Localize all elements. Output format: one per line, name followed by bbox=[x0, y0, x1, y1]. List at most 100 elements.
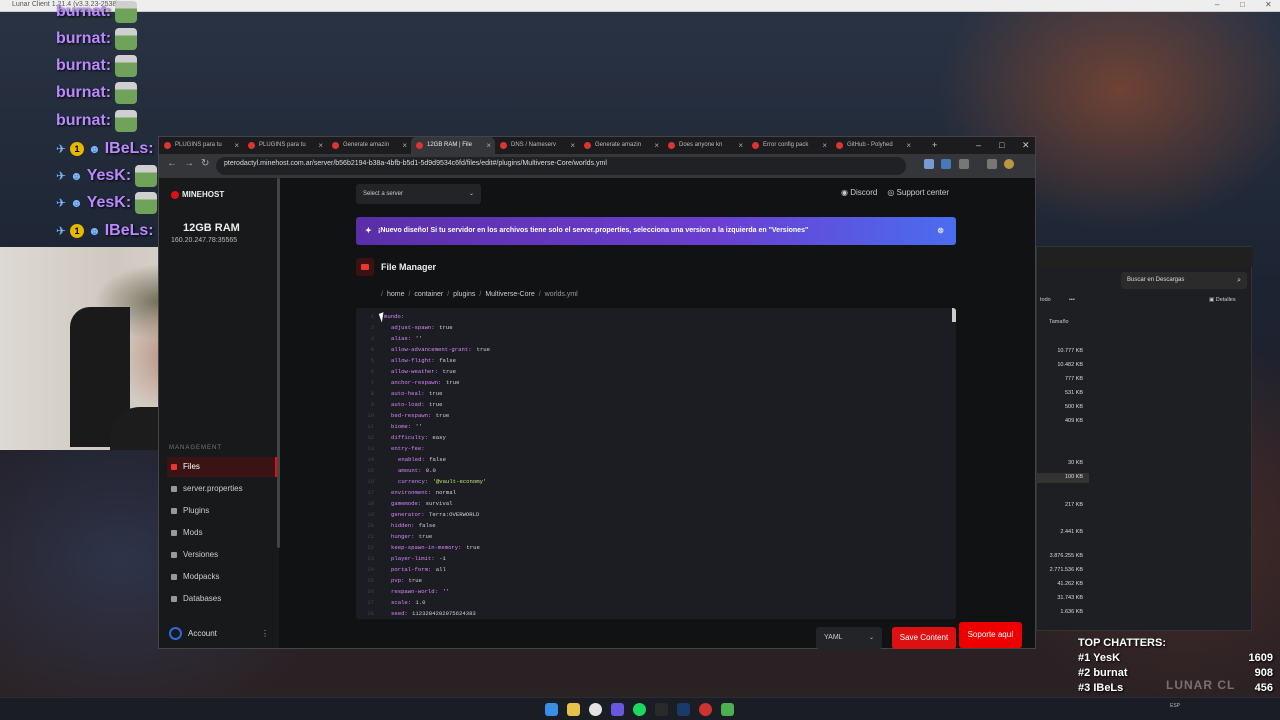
back-icon[interactable]: ← bbox=[167, 158, 177, 169]
file-size: 41.262 KB bbox=[1057, 581, 1083, 587]
browser-tab[interactable]: Generate amazin × bbox=[327, 137, 411, 154]
line-number: 13 bbox=[367, 445, 374, 452]
sidebar-item-files[interactable]: Files bbox=[167, 457, 277, 477]
chat-username: YesK: bbox=[86, 167, 132, 184]
steam-icon[interactable] bbox=[677, 703, 690, 716]
spotify-icon[interactable] bbox=[633, 703, 646, 716]
discord-link[interactable]: ◉ Discord bbox=[841, 188, 877, 197]
close-tab-icon[interactable]: × bbox=[570, 137, 575, 154]
support-link[interactable]: ◎ Support center bbox=[887, 188, 949, 197]
browser-tab[interactable]: Error config pack × bbox=[747, 137, 831, 154]
browser-tab[interactable]: 12GB RAM | File × bbox=[411, 137, 495, 154]
breadcrumb-item[interactable]: plugins bbox=[453, 291, 475, 298]
file-explorer-icon[interactable] bbox=[567, 703, 580, 716]
sidebar-item-server-properties[interactable]: server.properties bbox=[167, 479, 277, 499]
app-icon[interactable] bbox=[611, 703, 624, 716]
sidepanel-icon[interactable] bbox=[987, 159, 997, 169]
close-tab-icon[interactable]: × bbox=[234, 137, 239, 154]
favicon-icon bbox=[500, 142, 507, 149]
browser-tab[interactable]: PLUGINS para tu × bbox=[243, 137, 327, 154]
favicon-icon bbox=[248, 142, 255, 149]
sidebar-item-modpacks[interactable]: Modpacks bbox=[167, 567, 277, 587]
browser-tab[interactable]: GitHub - Polyhed × bbox=[831, 137, 915, 154]
browser-tab[interactable]: Generate amazin × bbox=[579, 137, 663, 154]
breadcrumb-item[interactable]: Multiverse-Core bbox=[485, 291, 534, 298]
breadcrumb-item[interactable]: home bbox=[387, 291, 405, 298]
chat-line: burnat: bbox=[56, 81, 138, 105]
url-field[interactable]: pterodactyl.minehost.com.ar/server/b56b2… bbox=[216, 157, 906, 175]
close-icon[interactable]: ✕ bbox=[1022, 137, 1030, 154]
chatter-label: #3 IBeLs bbox=[1078, 682, 1123, 694]
language-select[interactable]: YAML ⌄ bbox=[816, 627, 882, 649]
vip-badge-icon: ☻ bbox=[70, 196, 83, 210]
more-vertical-icon[interactable]: ⋮ bbox=[261, 629, 269, 638]
app-icon[interactable] bbox=[699, 703, 712, 716]
line-number: 21 bbox=[367, 533, 374, 540]
extension-icon[interactable] bbox=[924, 159, 934, 169]
address-bar: ← → ↻ pterodactyl.minehost.com.ar/server… bbox=[159, 154, 1035, 178]
sidebar-scrollbar[interactable] bbox=[277, 178, 280, 548]
code-editor[interactable]: 1 mundo: 2 adjust-spawn: true 3 alias: '' 4 allow… bbox=[356, 308, 956, 619]
nav-icon bbox=[171, 464, 177, 470]
browser-tab[interactable]: DNS / Nameserv × bbox=[495, 137, 579, 154]
details-button[interactable]: ▣ Detalles bbox=[1209, 297, 1236, 303]
close-tab-icon[interactable]: × bbox=[318, 137, 323, 154]
line-number: 15 bbox=[367, 467, 374, 474]
forward-icon[interactable]: → bbox=[184, 158, 194, 169]
close-icon[interactable]: ⊗ bbox=[937, 217, 944, 245]
tray-language[interactable]: ESP bbox=[1170, 703, 1180, 709]
obs-icon[interactable] bbox=[655, 703, 668, 716]
sidebar-item-mods[interactable]: Mods bbox=[167, 523, 277, 543]
sidebar-item-plugins[interactable]: Plugins bbox=[167, 501, 277, 521]
extension-icon[interactable] bbox=[941, 159, 951, 169]
puzzle-icon[interactable] bbox=[959, 159, 969, 169]
maximize-icon[interactable]: □ bbox=[1240, 0, 1245, 9]
sub-badge-icon: 1 bbox=[70, 224, 85, 238]
browser-tab[interactable]: PLUGINS para tu × bbox=[159, 137, 243, 154]
support-button[interactable]: Soporte aquí bbox=[959, 622, 1022, 648]
minehost-logo[interactable]: MINEHOST bbox=[171, 190, 224, 199]
line-number: 16 bbox=[367, 478, 374, 485]
column-size[interactable]: Tamaño bbox=[1049, 319, 1069, 325]
windows-start-icon[interactable] bbox=[545, 703, 558, 716]
support-label: Support center bbox=[896, 188, 950, 197]
code-line: 17 environment: normal bbox=[356, 487, 956, 498]
profile-icon[interactable] bbox=[1004, 159, 1014, 169]
minecraft-icon[interactable] bbox=[721, 703, 734, 716]
yaml-key: hidden: bbox=[391, 522, 415, 529]
code-line: 9 auto-load: true bbox=[356, 399, 956, 410]
close-tab-icon[interactable]: × bbox=[486, 137, 491, 154]
line-number: 18 bbox=[367, 500, 374, 507]
close-tab-icon[interactable]: × bbox=[738, 137, 743, 154]
minimize-icon[interactable]: – bbox=[976, 137, 981, 154]
close-icon[interactable]: ✕ bbox=[1265, 0, 1272, 9]
minimize-icon[interactable]: – bbox=[1215, 0, 1219, 9]
toolbar-todo[interactable]: todo bbox=[1040, 297, 1051, 303]
sidebar-item-databases[interactable]: Databases bbox=[167, 589, 277, 609]
line-number: 20 bbox=[367, 522, 374, 529]
chat-username: IBeLs: bbox=[104, 222, 154, 239]
line-number: 1 bbox=[370, 313, 374, 320]
sidebar-item-versiones[interactable]: Versiones bbox=[167, 545, 277, 565]
yaml-key: portal-form: bbox=[391, 566, 432, 573]
code-line: 25 pvp: true bbox=[356, 575, 956, 586]
close-tab-icon[interactable]: × bbox=[654, 137, 659, 154]
pepe-emote-icon bbox=[135, 192, 158, 214]
explorer-search[interactable]: Buscar en Descargas ⌕ bbox=[1121, 272, 1247, 289]
close-tab-icon[interactable]: × bbox=[402, 137, 407, 154]
chrome-icon[interactable] bbox=[589, 703, 602, 716]
yaml-value: true bbox=[429, 390, 443, 397]
more-icon[interactable]: ••• bbox=[1069, 297, 1075, 303]
plus-icon[interactable]: + bbox=[932, 137, 937, 154]
save-content-button[interactable]: Save Content bbox=[892, 627, 956, 649]
server-select[interactable]: Select a server ⌄ bbox=[356, 184, 481, 204]
breadcrumb-item[interactable]: worlds.yml bbox=[545, 291, 578, 298]
maximize-icon[interactable]: □ bbox=[999, 137, 1004, 154]
panel-page: MINEHOST 12GB RAM 160.20.247.78:35565 MA… bbox=[159, 178, 1035, 649]
close-tab-icon[interactable]: × bbox=[906, 137, 911, 154]
breadcrumb-item[interactable]: container bbox=[414, 291, 443, 298]
close-tab-icon[interactable]: × bbox=[822, 137, 827, 154]
browser-tab[interactable]: Does anyone kn × bbox=[663, 137, 747, 154]
account-menu[interactable]: Account ⋮ bbox=[169, 627, 269, 640]
reload-icon[interactable]: ↻ bbox=[201, 158, 209, 169]
